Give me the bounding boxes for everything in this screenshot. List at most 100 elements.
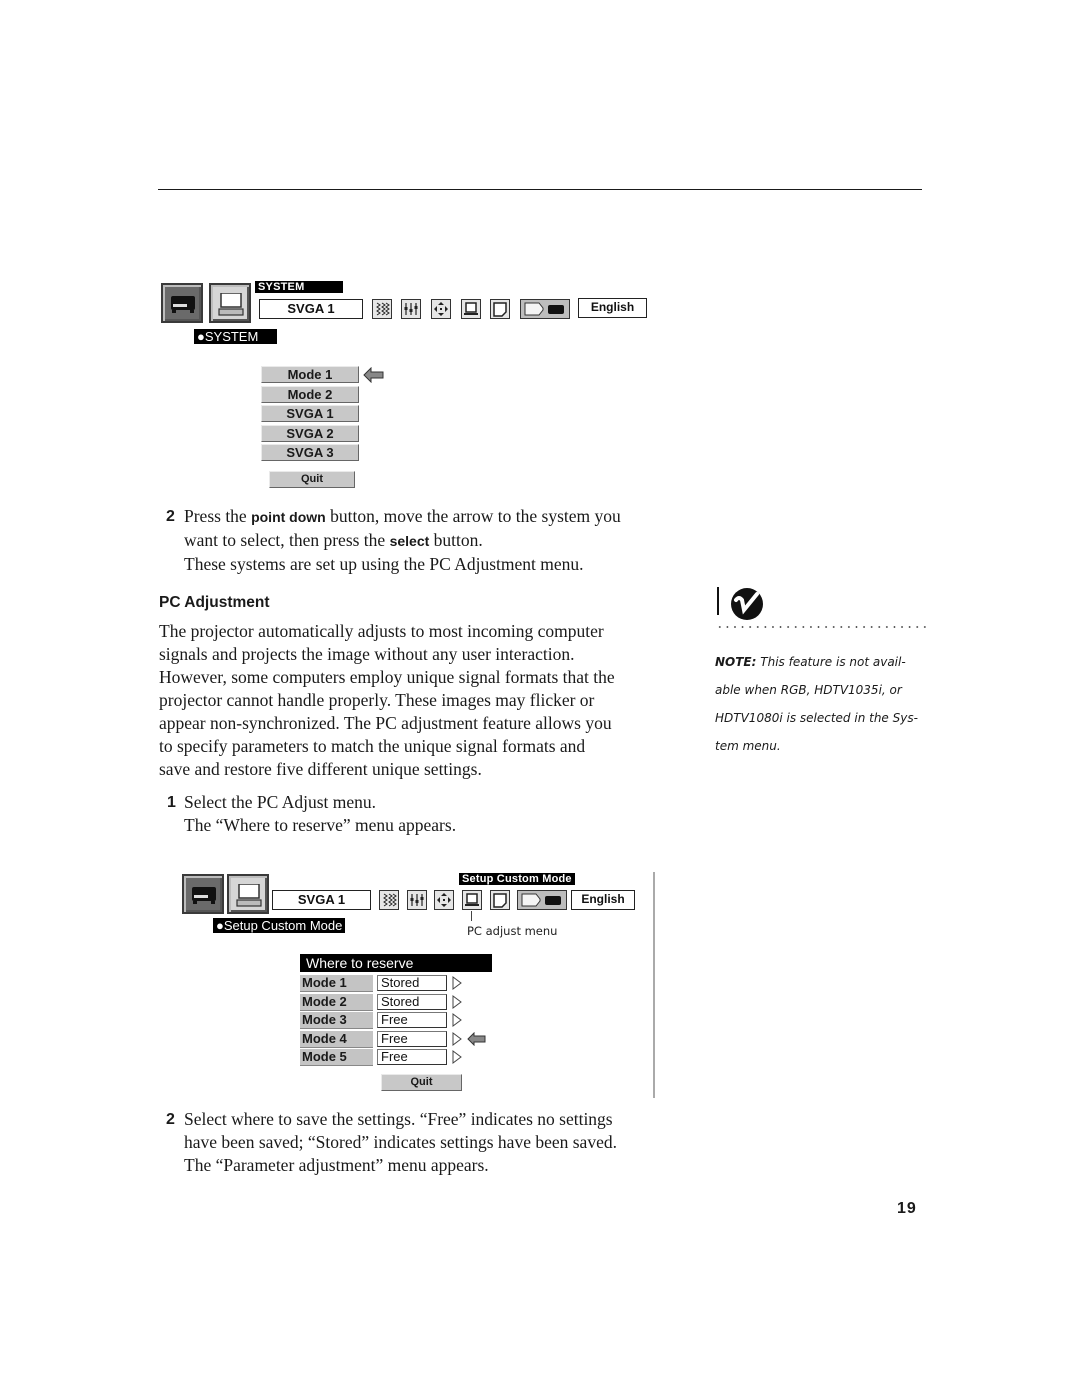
text: These systems are set up using the PC Ad… [184,554,584,574]
reserve-menu-title: Where to reserve [300,954,492,972]
paragraph-line: projector cannot handle properly. These … [159,690,595,710]
position-button[interactable] [431,299,451,319]
system-top-label: SYSTEM [255,281,343,293]
text: button. [429,530,483,550]
step-text: Press the point down button, move the ar… [184,505,704,576]
image-adjust-button[interactable] [372,299,392,319]
figure-border [653,872,655,1098]
note-text: NOTE: This feature is not avail- able wh… [715,648,930,760]
screen-button[interactable] [490,890,510,910]
reserve-mode-label[interactable]: Mode 5 [300,1049,373,1066]
keystone-projector-icon [524,302,564,316]
section-heading: PC Adjustment [159,594,270,611]
paragraph-line: The projector automatically adjusts to m… [159,621,604,641]
reserve-mode-label[interactable]: Mode 4 [300,1030,373,1048]
step-number: 1 [167,794,176,811]
computer-icon [218,293,244,316]
projector-button[interactable] [182,874,224,914]
text: The “Parameter adjustment” menu appears. [184,1155,489,1175]
projector-icon [171,296,195,313]
menu-item[interactable]: SVGA 3 [261,444,359,461]
select-key: select [389,533,430,549]
pc-adjust-icon [410,894,424,906]
submenu-arrow-icon[interactable] [452,976,462,990]
paragraph-line: signals and projects the image without a… [159,644,575,664]
projector-button[interactable] [161,283,203,323]
pc-adjust-icon [404,303,418,315]
language-field[interactable]: English [571,890,635,910]
reserve-status: Free [377,1049,447,1065]
reserve-status: Stored [377,993,447,1010]
text: This feature is not avail- [756,655,906,669]
callout-label: PC adjust menu [467,924,558,938]
page-number: 19 [897,1200,917,1217]
header-rule [158,189,922,190]
pc-adjust-button[interactable] [407,890,427,910]
signal-field[interactable]: SVGA 1 [272,890,371,910]
language-field[interactable]: English [578,298,647,318]
submenu-arrow-icon[interactable] [452,1050,462,1064]
keystone-projector-icon [521,893,561,907]
keystone-button[interactable] [517,890,567,910]
text: Select the PC Adjust menu. [184,792,377,812]
note-divider [716,626,928,628]
text: HDTV1080i is selected in the Sys- [715,711,918,725]
note-check-icon [731,588,763,620]
paragraph-line: save and restore five different unique s… [159,759,482,779]
text: tem menu. [715,739,781,753]
text: have been saved; “Stored” indicates sett… [184,1132,617,1152]
menu-item[interactable]: Mode 1 [261,366,359,383]
selection-arrow-icon [467,1032,486,1046]
system-button[interactable] [461,299,481,319]
reserve-mode-label[interactable]: Mode 3 [300,1012,373,1029]
menu-item[interactable]: SVGA 1 [261,405,359,422]
position-button[interactable] [434,890,454,910]
step-number: 2 [166,1111,175,1128]
setup-top-label: Setup Custom Mode [459,873,575,885]
text: able when RGB, HDTV1035i, or [715,683,902,697]
image-adjust-button[interactable] [379,890,399,910]
computer-button[interactable] [209,283,251,323]
menu-item[interactable]: SVGA 2 [261,424,359,442]
pc-adjust-button[interactable] [401,299,421,319]
signal-field[interactable]: SVGA 1 [259,299,363,319]
reserve-status: Free [377,1012,447,1028]
image-adjust-icon [383,893,397,907]
system-section-label: ●SYSTEM [194,329,277,344]
image-adjust-icon [376,302,390,316]
reserve-mode-label[interactable]: Mode 2 [300,993,373,1011]
quit-button[interactable]: Quit [381,1074,462,1091]
computer-button[interactable] [227,874,269,914]
screen-button[interactable] [490,299,510,319]
paragraph-line: However, some computers employ unique si… [159,667,615,687]
position-icon [437,893,451,907]
text: button, move the arrow to the system you [325,506,621,526]
note-bar [717,587,719,615]
pc-adjust-menu-button[interactable] [462,890,482,910]
screen-icon [493,893,507,908]
submenu-arrow-icon[interactable] [452,1031,462,1046]
laptop-icon [465,893,479,906]
menu-item[interactable]: Mode 2 [261,385,359,403]
note-label: NOTE: [715,655,757,669]
callout-line [471,911,472,921]
projector-icon [192,887,216,904]
computer-icon [236,884,262,907]
position-icon [434,302,448,316]
text: want to select, then press the [184,530,390,550]
reserve-mode-label[interactable]: Mode 1 [300,975,373,992]
text: The “Where to reserve” menu appears. [184,815,457,835]
submenu-arrow-icon[interactable] [452,1013,462,1027]
point-down-key: point down [251,509,326,525]
paragraph-line: to specify parameters to match the uniqu… [159,736,586,756]
submenu-arrow-icon[interactable] [452,994,462,1009]
setup-section-label: ●Setup Custom Mode [213,918,346,933]
step-text: Select where to save the settings. “Free… [184,1108,704,1177]
selection-arrow-icon [363,367,384,383]
quit-button[interactable]: Quit [269,471,355,488]
text: Select where to save the settings. “Free… [184,1109,613,1129]
step-text: Select the PC Adjust menu. The “Where to… [184,791,684,837]
keystone-button[interactable] [520,299,570,319]
paragraph-line: appear non-synchronized. The PC adjustme… [159,713,612,733]
laptop-icon [464,302,478,315]
